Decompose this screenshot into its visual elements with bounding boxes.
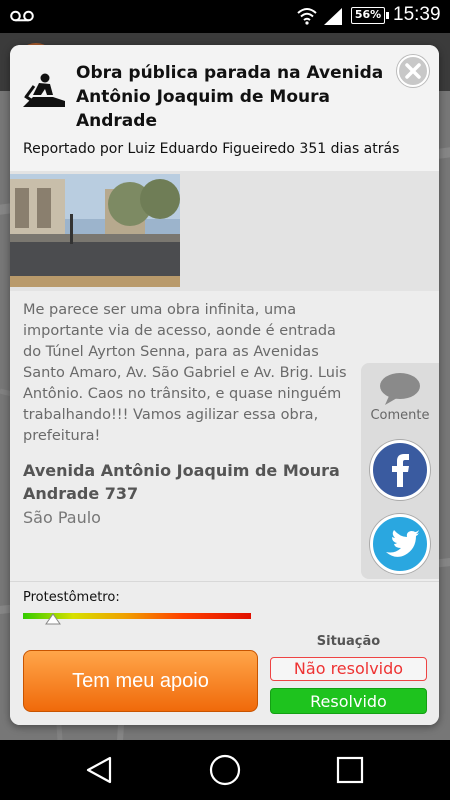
facebook-icon: [392, 454, 409, 487]
twitter-share-button[interactable]: [370, 514, 430, 574]
issue-description: Me parece ser uma obra infinita, uma imp…: [23, 302, 347, 444]
clock: 15:39: [393, 4, 441, 25]
recents-icon[interactable]: [336, 756, 364, 784]
issue-photo[interactable]: [10, 174, 180, 287]
close-button[interactable]: [397, 55, 429, 87]
twitter-icon: [386, 530, 419, 557]
signal-icon: [324, 8, 342, 25]
facebook-share-button[interactable]: [370, 440, 430, 500]
protest-meter-label: Protestômetro:: [23, 590, 120, 605]
close-icon: [405, 63, 421, 79]
status-bar: 56% 15:39: [0, 0, 450, 33]
battery-icon: 56%: [351, 7, 389, 24]
issue-city: São Paulo: [23, 508, 101, 527]
photo-strip: [10, 171, 439, 291]
back-icon[interactable]: [84, 755, 114, 785]
share-panel: Comente: [361, 363, 439, 579]
worker-icon: [23, 73, 65, 107]
voicemail-icon: [10, 10, 34, 22]
protest-meter-marker: [44, 613, 61, 625]
status-resolved-button[interactable]: Resolvido: [270, 688, 427, 714]
reporter-line: Reportado por Luiz Eduardo Figueiredo 35…: [23, 141, 400, 157]
issue-title: Obra pública parada na Avenida Antônio J…: [76, 63, 384, 131]
issue-card: Obra pública parada na Avenida Antônio J…: [10, 45, 439, 725]
navigation-bar: [0, 740, 450, 800]
comment-icon[interactable]: [379, 372, 421, 406]
situation-label: Situação: [316, 634, 381, 649]
comment-button-label[interactable]: Comente: [361, 408, 439, 423]
support-button[interactable]: Tem meu apoio: [23, 650, 258, 712]
wifi-icon: [297, 8, 317, 25]
home-icon[interactable]: [208, 753, 242, 787]
status-unresolved-button[interactable]: Não resolvido: [270, 657, 427, 681]
issue-address: Avenida Antônio Joaquim de Moura Andrade…: [23, 461, 340, 503]
issue-header: Obra pública parada na Avenida Antônio J…: [10, 45, 439, 171]
